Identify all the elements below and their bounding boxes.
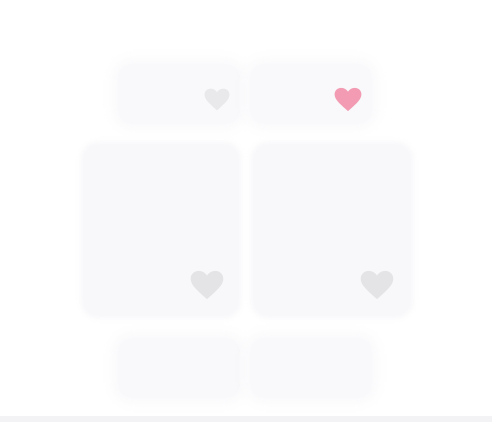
- item-card[interactable]: [250, 338, 372, 398]
- heart-icon[interactable]: [204, 88, 230, 111]
- heart-icon[interactable]: [360, 270, 394, 300]
- item-card[interactable]: [250, 64, 372, 124]
- item-card[interactable]: [254, 145, 410, 315]
- heart-icon[interactable]: [190, 270, 224, 300]
- heart-icon-liked[interactable]: [334, 87, 362, 112]
- favorites-grid-screen: [0, 0, 492, 422]
- item-card[interactable]: [84, 145, 238, 315]
- bottom-edge: [0, 416, 492, 422]
- item-card[interactable]: [118, 64, 240, 124]
- item-card[interactable]: [118, 338, 240, 398]
